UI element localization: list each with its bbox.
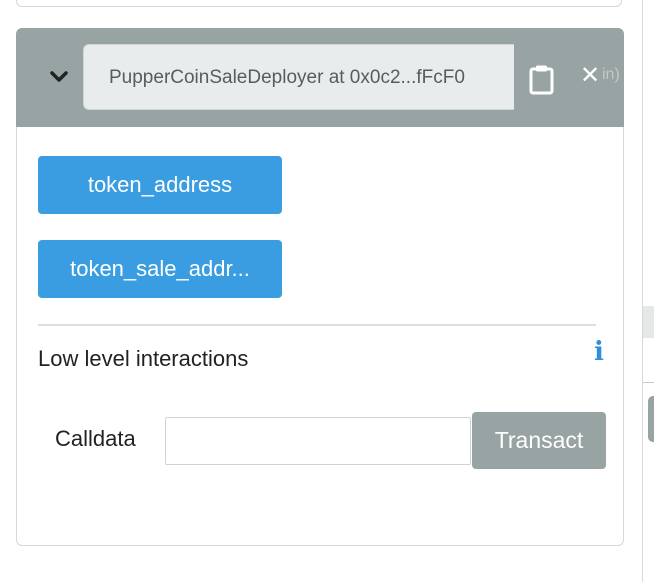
scrollbar-separator bbox=[643, 382, 654, 383]
instance-address-label[interactable]: PupperCoinSaleDeployer at 0x0c2...fFcF0 bbox=[83, 44, 514, 110]
scrollbar-thumb[interactable] bbox=[648, 396, 654, 442]
close-icon[interactable]: ✕ bbox=[578, 62, 602, 90]
right-side-panel bbox=[642, 0, 654, 582]
info-icon[interactable]: i bbox=[594, 339, 604, 365]
right-panel-border bbox=[642, 0, 643, 582]
low-level-interactions-title: Low level interactions bbox=[38, 346, 249, 371]
previous-card bbox=[16, 0, 622, 7]
scrollbar-track[interactable] bbox=[643, 306, 654, 338]
calldata-label: Calldata bbox=[55, 426, 136, 451]
section-divider bbox=[38, 324, 596, 326]
transact-button[interactable]: Transact bbox=[472, 412, 606, 469]
chevron-down-icon[interactable] bbox=[46, 64, 72, 90]
calldata-input[interactable] bbox=[165, 417, 471, 465]
token-address-button[interactable]: token_address bbox=[38, 156, 282, 214]
clipboard-icon[interactable] bbox=[528, 64, 556, 96]
truncated-header-text: in) bbox=[602, 66, 620, 83]
token-sale-address-button[interactable]: token_sale_addr... bbox=[38, 240, 282, 298]
